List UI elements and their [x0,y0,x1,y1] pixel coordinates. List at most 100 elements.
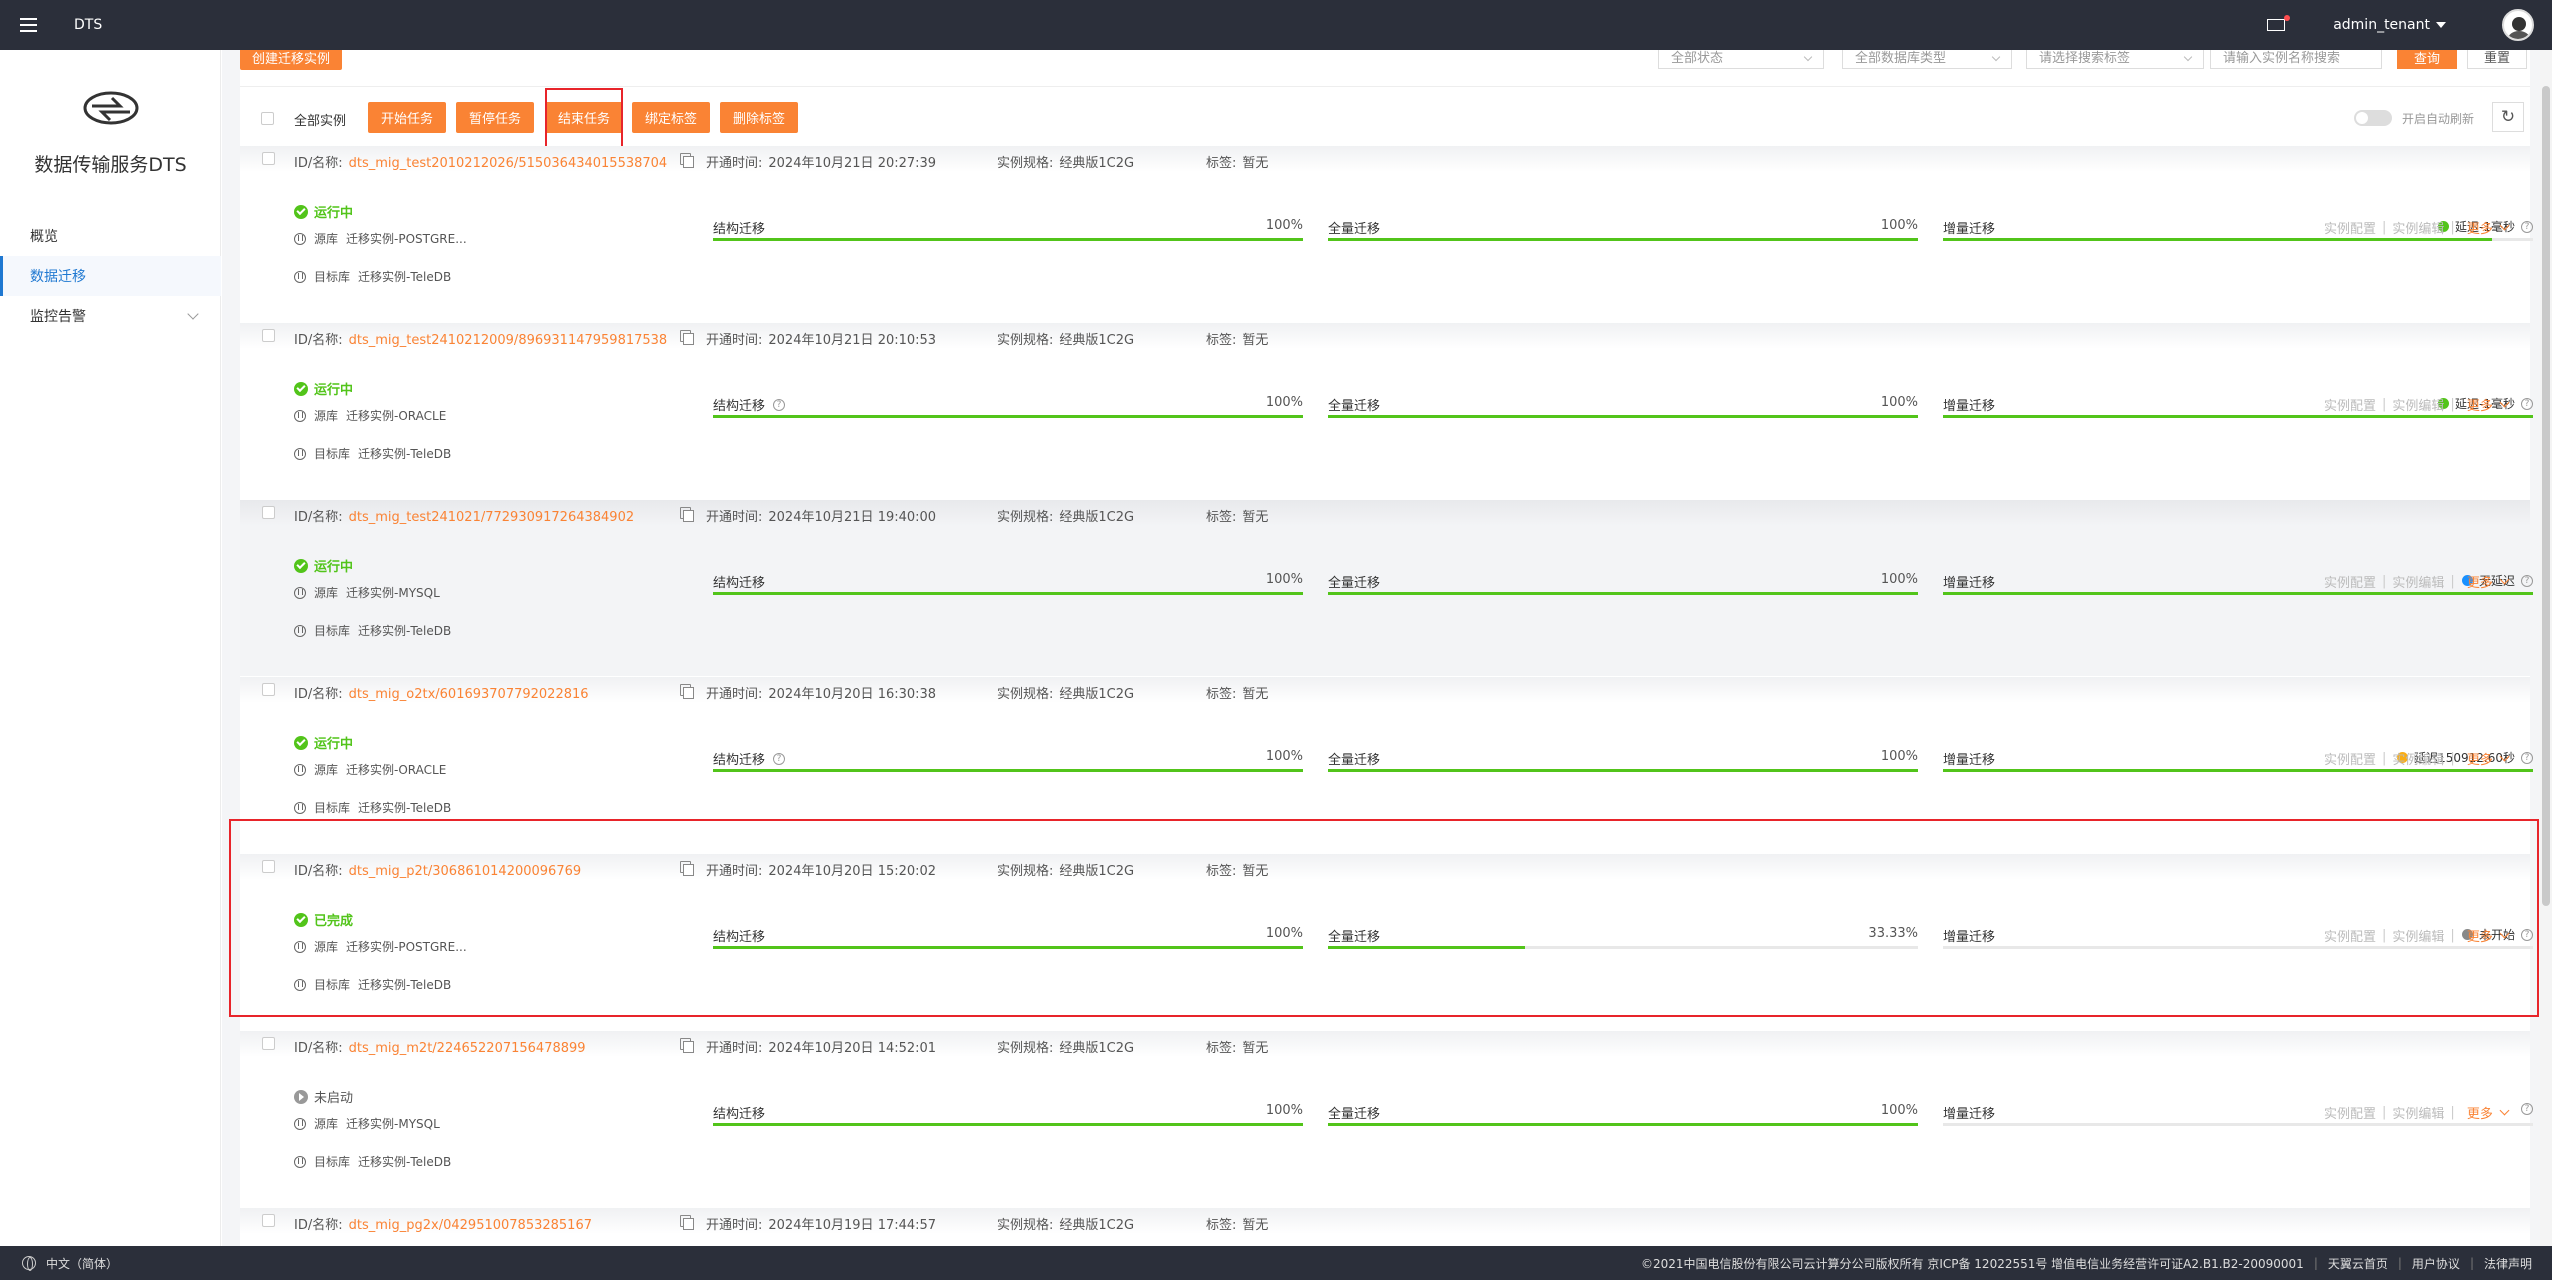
tenant-name[interactable]: admin_tenant [2333,17,2430,33]
instance-config-link[interactable]: 实例配置 [2324,572,2376,591]
instance-edit-link[interactable]: 实例编辑 [2392,395,2444,414]
language-switch[interactable]: 中文（简体） [46,1255,118,1272]
source-name: 迁移实例-MYSQL [346,586,440,600]
opened-time-prefix: 开通时间: [706,687,763,702]
globe-icon[interactable] [22,1256,36,1271]
help-icon[interactable]: ? [2521,397,2533,410]
task-id-link[interactable]: dts_mig_test2410212009/89693114795981753… [349,333,668,348]
mail-icon[interactable] [2267,15,2291,31]
stage-struct-label: 结构迁移 [713,572,765,591]
task-id-link[interactable]: dts_mig_pg2x/042951007853285167 [349,1218,592,1233]
separator: | [2450,220,2455,235]
db-type-select[interactable]: 全部数据库类型 [1842,50,2012,69]
more-dropdown[interactable]: 更多 [2467,218,2510,237]
auto-refresh-toggle[interactable] [2354,110,2392,126]
more-dropdown[interactable]: 更多 [2466,395,2510,414]
check-circle-icon [294,735,308,750]
help-icon[interactable]: ? [773,398,786,411]
instance-spec: 实例规格: 经典版1C2G [997,683,1134,702]
task-id-link[interactable]: dts_mig_m2t/224652207156478899 [349,1041,586,1056]
source-name: 迁移实例-MYSQL [346,1117,440,1131]
delete-tag-button[interactable]: 删除标签 [720,102,798,133]
tag-select[interactable]: 请选择搜索标签 [2026,50,2204,69]
sidebar-item-monitoring[interactable]: 监控告警 [0,296,221,336]
status-select[interactable]: 全部状态 [1658,50,1824,69]
instance-spec-prefix: 实例规格: [997,1218,1054,1233]
instance-edit-link[interactable]: 实例编辑 [2392,749,2444,768]
task-id-link[interactable]: dts_mig_test2010212026/51503643401553870… [349,156,668,171]
target-name: 迁移实例-TeleDB [358,447,452,461]
stage-incr-label: 增量迁移 [1943,749,1995,768]
progress-fill [713,415,1303,418]
copy-icon[interactable] [680,1215,694,1230]
copy-icon[interactable] [680,1038,694,1053]
app-name: DTS [74,17,103,33]
task-checkbox[interactable] [262,1214,275,1227]
task-checkbox[interactable] [262,329,275,342]
task-actions: 实例配置 | 实例编辑 | 更多 [2324,572,2510,591]
sidebar-item-overview[interactable]: 概览 [0,216,221,256]
task-checkbox[interactable] [262,152,275,165]
task-id-link[interactable]: dts_mig_o2tx/601693707792022816 [349,687,589,702]
footer-link-home[interactable]: 天翼云首页 [2328,1255,2388,1272]
instance-config-link[interactable]: 实例配置 [2324,749,2376,768]
stage-full-label: 全量迁移 [1328,1103,1380,1122]
task-checkbox[interactable] [262,1037,275,1050]
instance-tag-value: 暂无 [1242,687,1269,702]
copy-icon[interactable] [680,330,694,345]
pause-task-button[interactable]: 暂停任务 [456,102,534,133]
id-prefix: ID/名称: [294,1041,343,1056]
copy-icon[interactable] [680,684,694,699]
caret-down-icon[interactable] [2436,22,2446,28]
instance-edit-link[interactable]: 实例编辑 [2392,572,2444,591]
help-icon[interactable]: ? [2521,220,2533,233]
status-text: 运行中 [314,383,354,398]
start-task-button[interactable]: 开始任务 [368,102,446,133]
select-all-checkbox[interactable] [261,112,274,125]
instance-edit-link[interactable]: 实例编辑 [2392,1103,2444,1122]
more-dropdown[interactable]: 更多 [2467,749,2510,768]
query-button[interactable]: 查询 [2397,50,2457,69]
help-icon[interactable]: ? [773,752,786,765]
task-checkbox[interactable] [262,506,275,519]
progress-bar [1943,592,2533,595]
database-icon [294,801,306,814]
more-dropdown[interactable]: 更多 [2467,1103,2510,1122]
footer-link-agreement[interactable]: 用户协议 [2412,1255,2460,1272]
task-checkbox[interactable] [262,683,275,696]
task-id-link[interactable]: dts_mig_test241021/772930917264384902 [349,510,635,525]
task-actions: 实例配置 | 实例编辑 | 更多 [2324,218,2510,237]
more-dropdown[interactable]: 更多 [2466,572,2510,591]
more-label: 更多 [2466,399,2493,414]
more-label: 更多 [2466,576,2493,591]
instance-config-link[interactable]: 实例配置 [2324,1103,2376,1122]
copy-icon[interactable] [680,153,694,168]
stage-struct: 结构迁移 100% [713,572,1303,602]
task-id-label: ID/名称: dts_mig_test241021/772930917264384… [294,506,634,525]
opened-time-prefix: 开通时间: [706,333,763,348]
target-db: 目标库 迁移实例-TeleDB [294,268,451,285]
instance-config-link[interactable]: 实例配置 [2324,218,2376,237]
help-icon[interactable]: ? [2521,574,2533,587]
stage-full-percent: 100% [1880,395,1918,410]
instance-edit-link[interactable]: 实例编辑 [2392,218,2444,237]
target-db: 目标库 迁移实例-TeleDB [294,622,451,639]
instance-config-link[interactable]: 实例配置 [2324,395,2376,414]
reset-button[interactable]: 重置 [2467,50,2527,69]
progress-bar [1328,238,1918,241]
progress-fill [713,592,1303,595]
avatar[interactable] [2502,9,2534,41]
copy-icon[interactable] [680,507,694,522]
scrollbar-thumb[interactable] [2542,86,2550,906]
footer-link-legal[interactable]: 法律声明 [2484,1255,2532,1272]
sidebar-item-data-migration[interactable]: 数据迁移 [0,256,221,296]
select-all-label: 全部实例 [294,114,347,129]
refresh-icon[interactable]: ↻ [2492,102,2524,132]
bind-tag-button[interactable]: 绑定标签 [632,102,710,133]
create-instance-button[interactable]: 创建迁移实例 [240,50,342,70]
help-icon[interactable]: ? [2521,1103,2533,1115]
instance-spec: 实例规格: 经典版1C2G [997,1037,1134,1056]
search-input[interactable]: 请输入实例名称搜索 [2210,50,2382,69]
hamburger-menu-icon[interactable] [0,0,56,50]
help-icon[interactable]: ? [2521,751,2533,764]
